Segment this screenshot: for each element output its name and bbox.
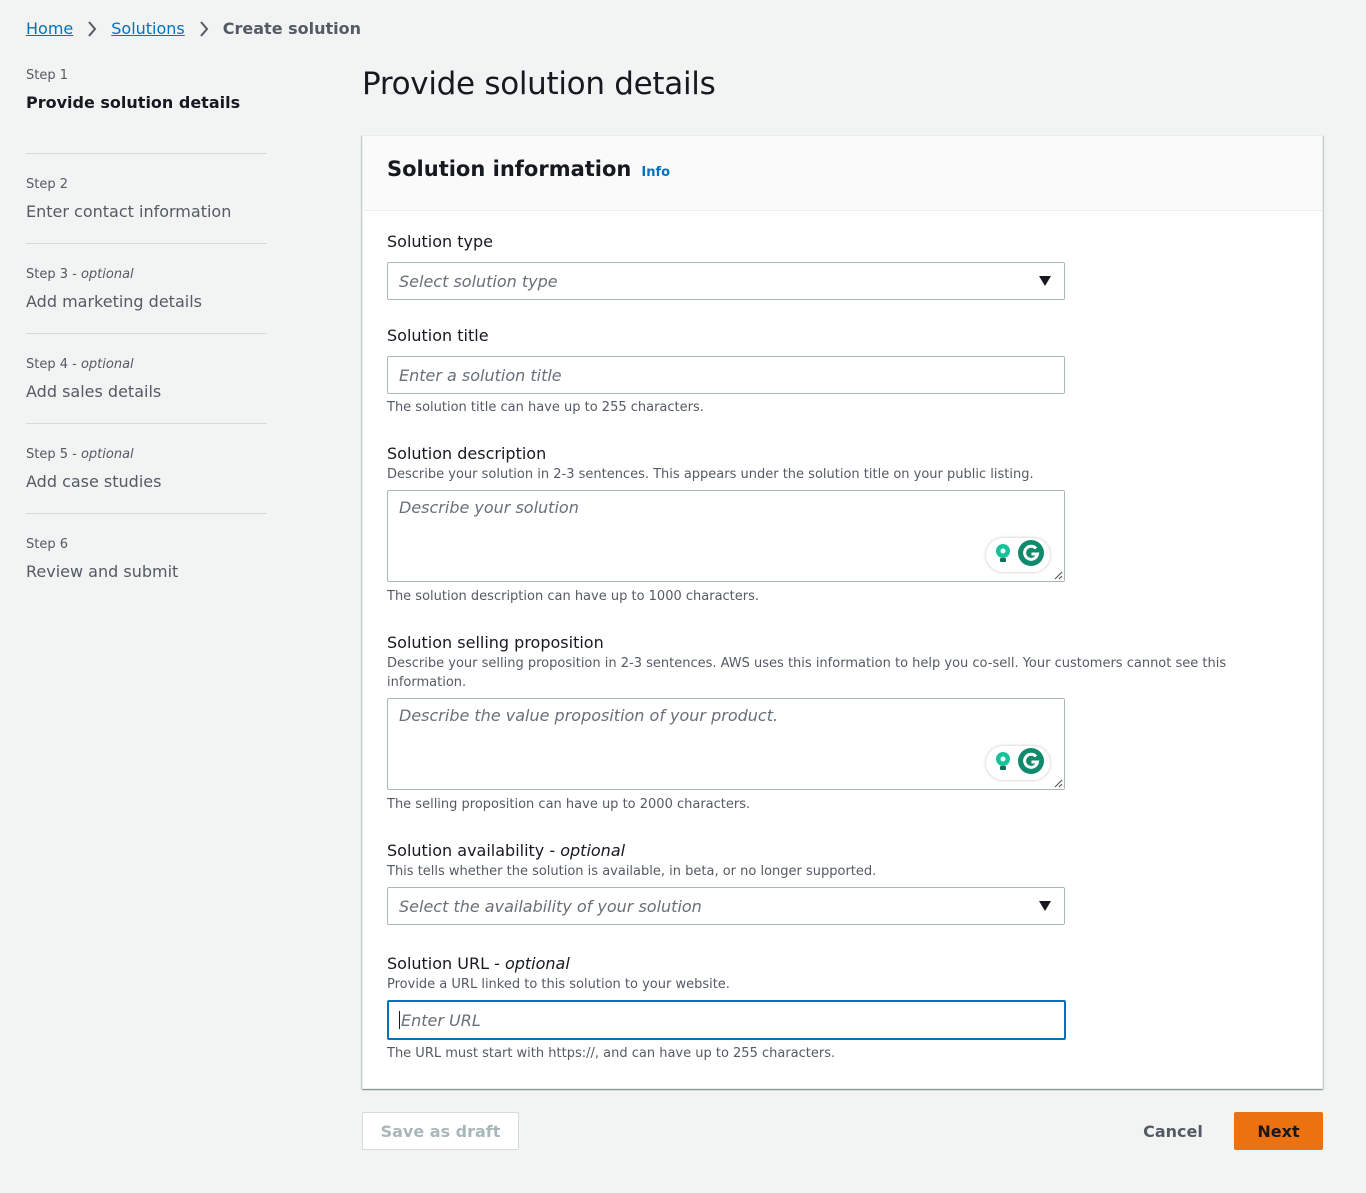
- solution-type-select[interactable]: Select solution type: [387, 262, 1065, 300]
- solution-availability-label: Solution availability - optional: [387, 841, 626, 860]
- solution-description-placeholder: Describe your solution: [399, 498, 579, 517]
- solution-availability-desc: This tells whether the solution is avail…: [387, 864, 877, 879]
- lightbulb-icon[interactable]: [992, 750, 1014, 776]
- solution-availability-placeholder: Select the availability of your solution: [399, 896, 702, 916]
- breadcrumb-home-link[interactable]: Home: [26, 19, 73, 38]
- step-label: Enter contact information: [26, 202, 232, 221]
- resize-handle-icon[interactable]: [1052, 777, 1063, 788]
- solution-type-label: Solution type: [387, 232, 494, 251]
- chevron-right-icon: [185, 19, 223, 38]
- step-6[interactable]: Step 6 Review and submit: [26, 514, 267, 604]
- step-label: Add marketing details: [26, 292, 202, 311]
- step-number: Step 2: [26, 177, 69, 192]
- panel-title: Solution information: [387, 157, 632, 181]
- solution-title-field: Solution title Enter a solution title Th…: [387, 325, 1267, 417]
- solution-url-field: Solution URL - optional Provide a URL li…: [387, 953, 1267, 1063]
- text-cursor: [399, 1011, 400, 1029]
- breadcrumb-solutions-link[interactable]: Solutions: [111, 19, 185, 38]
- save-as-draft-button[interactable]: Save as draft: [362, 1112, 519, 1150]
- step-number: Step 6: [26, 537, 69, 552]
- breadcrumb-current: Create solution: [222, 18, 362, 38]
- breadcrumb: Home Solutions Create solution: [26, 17, 361, 39]
- next-button[interactable]: Next: [1234, 1112, 1323, 1150]
- step-1: Step 1 Provide solution details: [26, 64, 267, 154]
- step-5[interactable]: Step 5 - optional Add case studies: [26, 424, 267, 514]
- caret-down-icon: [1039, 901, 1051, 911]
- chevron-right-icon: [73, 19, 111, 38]
- cancel-button[interactable]: Cancel: [1136, 1112, 1210, 1150]
- solution-description-label: Solution description: [387, 444, 547, 463]
- solution-type-placeholder: Select solution type: [399, 271, 558, 291]
- step-number: Step 4 - optional: [26, 357, 134, 372]
- info-link[interactable]: Info: [641, 165, 670, 180]
- solution-title-input[interactable]: Enter a solution title: [387, 356, 1065, 394]
- solution-url-desc: Provide a URL linked to this solution to…: [387, 977, 730, 992]
- step-3[interactable]: Step 3 - optional Add marketing details: [26, 244, 267, 334]
- solution-type-field: Solution type Select solution type: [387, 231, 1267, 300]
- step-2[interactable]: Step 2 Enter contact information: [26, 154, 267, 244]
- solution-title-label: Solution title: [387, 326, 489, 345]
- step-number: Step 3 - optional: [26, 267, 134, 282]
- selling-proposition-hint: The selling proposition can have up to 2…: [387, 797, 751, 812]
- step-number: Step 1: [26, 68, 69, 83]
- grammarly-widget[interactable]: [986, 746, 1050, 780]
- solution-title-placeholder: Enter a solution title: [399, 365, 562, 385]
- caret-down-icon: [1039, 276, 1051, 286]
- solution-title-hint: The solution title can have up to 255 ch…: [387, 400, 704, 415]
- grammarly-g-icon[interactable]: [1017, 539, 1045, 571]
- step-label: Review and submit: [26, 562, 179, 581]
- solution-information-panel: Solution information Info Solution type …: [362, 135, 1323, 1089]
- solution-description-hint: The solution description can have up to …: [387, 589, 760, 604]
- grammarly-g-icon[interactable]: [1017, 747, 1045, 779]
- solution-availability-field: Solution availability - optional This te…: [387, 840, 1267, 925]
- resize-handle-icon[interactable]: [1052, 569, 1063, 580]
- selling-proposition-field: Solution selling proposition Describe yo…: [387, 632, 1287, 814]
- solution-description-textarea[interactable]: Describe your solution: [387, 490, 1065, 582]
- solution-description-desc: Describe your solution in 2-3 sentences.…: [387, 467, 1034, 482]
- step-label: Add sales details: [26, 382, 162, 401]
- wizard-steps: Step 1 Provide solution details Step 2 E…: [26, 64, 267, 604]
- solution-url-input[interactable]: Enter URL: [387, 1000, 1066, 1040]
- solution-availability-select[interactable]: Select the availability of your solution: [387, 887, 1065, 925]
- page-title: Provide solution details: [362, 66, 716, 102]
- solution-url-label: Solution URL - optional: [387, 954, 570, 973]
- step-label: Add case studies: [26, 472, 162, 491]
- lightbulb-icon[interactable]: [992, 542, 1014, 568]
- selling-proposition-textarea[interactable]: Describe the value proposition of your p…: [387, 698, 1065, 790]
- solution-description-field: Solution description Describe your solut…: [387, 443, 1267, 606]
- step-label: Provide solution details: [26, 93, 241, 112]
- selling-proposition-label: Solution selling proposition: [387, 633, 604, 652]
- grammarly-widget[interactable]: [986, 538, 1050, 572]
- panel-header: Solution information Info: [363, 136, 1322, 211]
- step-4[interactable]: Step 4 - optional Add sales details: [26, 334, 267, 424]
- solution-url-placeholder: Enter URL: [401, 1010, 481, 1030]
- step-number: Step 5 - optional: [26, 447, 134, 462]
- selling-proposition-desc: Describe your selling proposition in 2-3…: [387, 656, 1227, 690]
- selling-proposition-placeholder: Describe the value proposition of your p…: [399, 706, 779, 725]
- solution-url-hint: The URL must start with https://, and ca…: [387, 1046, 836, 1061]
